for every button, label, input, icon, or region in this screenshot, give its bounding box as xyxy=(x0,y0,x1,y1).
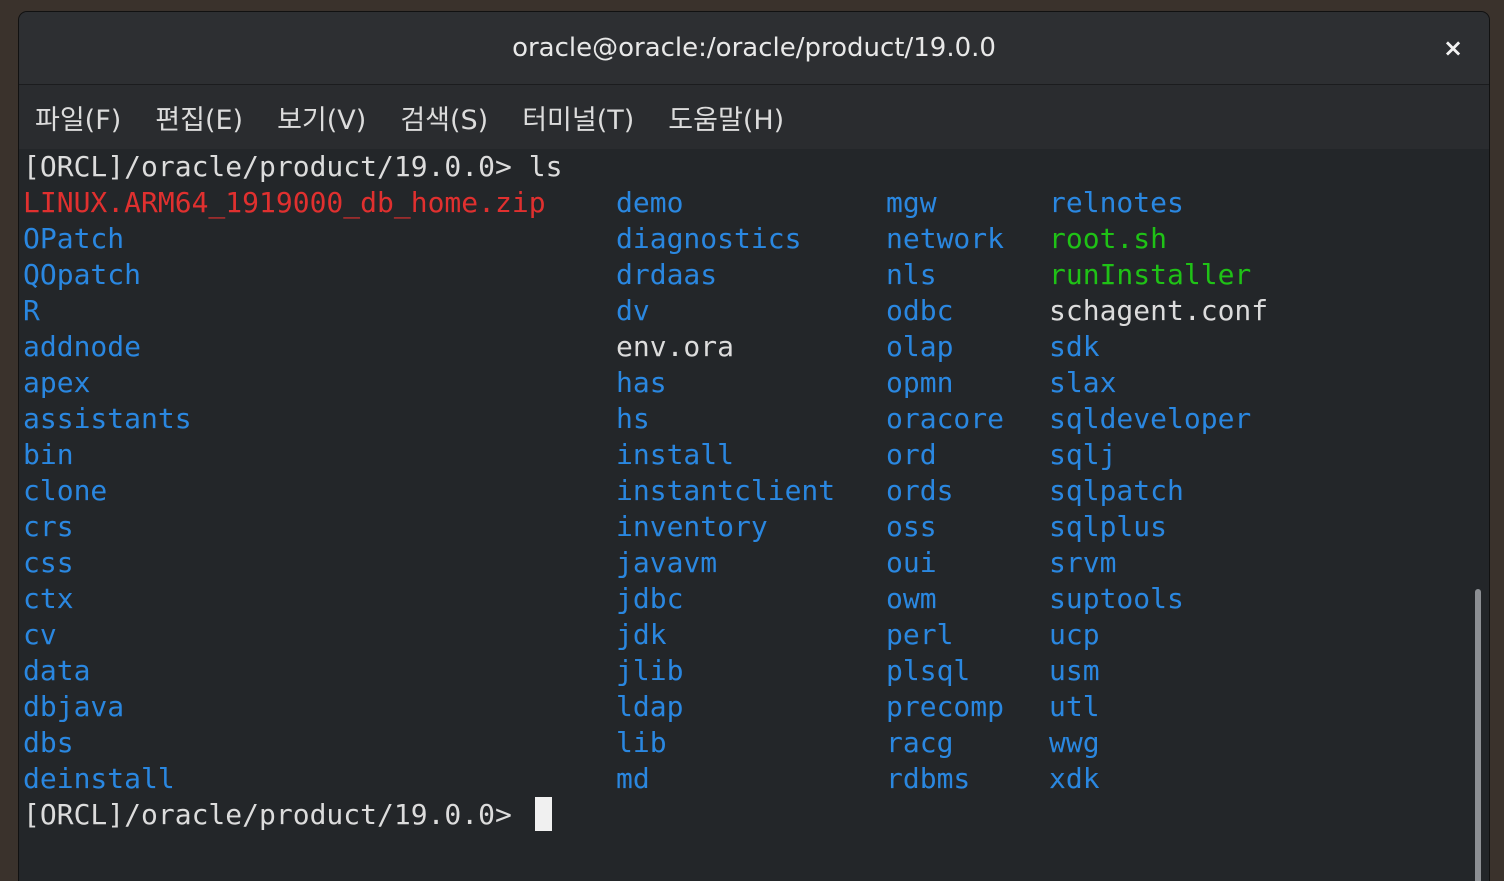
ls-entry: ldap xyxy=(616,690,684,723)
ls-entry: lib xyxy=(616,726,667,759)
ls-entry: oui xyxy=(886,546,937,579)
text-cursor xyxy=(534,797,552,831)
ls-entry: md xyxy=(616,762,650,795)
ls-entry: cv xyxy=(23,618,57,651)
ls-entry: schagent.conf xyxy=(1049,294,1269,327)
ls-entry: sqldeveloper xyxy=(1049,402,1252,435)
prompt-text: [ORCL]/oracle/product/19.0.0> xyxy=(23,798,529,831)
title-bar: oracle@oracle:/oracle/product/19.0.0 × xyxy=(19,12,1489,85)
ls-entry: suptools xyxy=(1049,582,1184,615)
ls-entry: oracore xyxy=(886,402,1005,435)
ls-entry: R xyxy=(23,294,40,327)
ls-entry: inventory xyxy=(616,510,768,543)
ls-entry: usm xyxy=(1049,654,1100,687)
ls-entry: has xyxy=(616,366,667,399)
ls-entry: slax xyxy=(1049,366,1117,399)
ls-entry: perl xyxy=(886,618,954,651)
ls-entry: install xyxy=(616,438,735,471)
ls-entry: diagnostics xyxy=(616,222,802,255)
ls-entry: jlib xyxy=(616,654,684,687)
menu-edit[interactable]: 편집(E) xyxy=(155,98,243,137)
ls-entry: drdaas xyxy=(616,258,718,291)
ls-entry: nls xyxy=(886,258,937,291)
ls-entry: odbc xyxy=(886,294,954,327)
ls-entry: jdbc xyxy=(616,582,684,615)
ls-entry: instantclient xyxy=(616,474,836,507)
ls-entry: ord xyxy=(886,438,937,471)
ls-entry: ctx xyxy=(23,582,74,615)
ls-entry: sqlj xyxy=(1049,438,1117,471)
ls-entry: OPatch xyxy=(23,222,125,255)
close-button[interactable]: × xyxy=(1437,32,1469,64)
ls-entry: jdk xyxy=(616,618,667,651)
ls-entry: plsql xyxy=(886,654,971,687)
ls-entry: sqlpatch xyxy=(1049,474,1184,507)
ls-entry: sqlplus xyxy=(1049,510,1168,543)
ls-entry: dbs xyxy=(23,726,74,759)
ls-entry: mgw xyxy=(886,186,937,219)
ls-entry: runInstaller xyxy=(1049,258,1252,291)
ls-entry: srvm xyxy=(1049,546,1117,579)
ls-entry: root.sh xyxy=(1049,222,1168,255)
ls-entry: relnotes xyxy=(1049,186,1184,219)
prompt-line-ls: [ORCL]/oracle/product/19.0.0> ls xyxy=(23,150,563,183)
menu-bar: 파일(F) 편집(E) 보기(V) 검색(S) 터미널(T) 도움말(H) xyxy=(19,85,1489,149)
ls-entry: xdk xyxy=(1049,762,1100,795)
ls-entry: utl xyxy=(1049,690,1100,723)
ls-entry: precomp xyxy=(886,690,1005,723)
ls-entry: javavm xyxy=(616,546,718,579)
ls-entry: bin xyxy=(23,438,74,471)
ls-entry: oss xyxy=(886,510,937,543)
ls-entry: crs xyxy=(23,510,74,543)
ls-entry: css xyxy=(23,546,74,579)
ls-entry: sdk xyxy=(1049,330,1100,363)
terminal-output[interactable]: [ORCL]/oracle/product/19.0.0> ls LINUX.A… xyxy=(19,149,1465,881)
ls-entry: dbjava xyxy=(23,690,125,723)
ls-entry: olap xyxy=(886,330,954,363)
ls-entry: ucp xyxy=(1049,618,1100,651)
ls-entry: hs xyxy=(616,402,650,435)
menu-file[interactable]: 파일(F) xyxy=(35,98,121,137)
ls-entry: dv xyxy=(616,294,650,327)
ls-entry: ords xyxy=(886,474,954,507)
ls-entry: QOpatch xyxy=(23,258,142,291)
ls-entry: deinstall xyxy=(23,762,175,795)
prompt-line-current: [ORCL]/oracle/product/19.0.0> xyxy=(23,797,552,833)
window-title: oracle@oracle:/oracle/product/19.0.0 xyxy=(512,33,996,63)
ls-entry: network xyxy=(886,222,1005,255)
ls-entry: wwg xyxy=(1049,726,1100,759)
menu-search[interactable]: 검색(S) xyxy=(400,98,488,137)
ls-entry: racg xyxy=(886,726,954,759)
ls-entry: data xyxy=(23,654,91,687)
menu-terminal[interactable]: 터미널(T) xyxy=(522,98,634,137)
ls-entry: demo xyxy=(616,186,684,219)
ls-entry: env.ora xyxy=(616,330,735,363)
ls-entry: clone xyxy=(23,474,108,507)
scrollbar[interactable] xyxy=(1465,149,1489,881)
ls-entry: opmn xyxy=(886,366,954,399)
menu-help[interactable]: 도움말(H) xyxy=(668,98,784,137)
terminal-window: oracle@oracle:/oracle/product/19.0.0 × 파… xyxy=(19,12,1489,881)
ls-entry: assistants xyxy=(23,402,192,435)
ls-entry: rdbms xyxy=(886,762,971,795)
ls-entry: owm xyxy=(886,582,937,615)
scrollbar-thumb[interactable] xyxy=(1475,589,1481,881)
ls-entry: addnode xyxy=(23,330,142,363)
menu-view[interactable]: 보기(V) xyxy=(277,98,366,137)
ls-entry: LINUX.ARM64_1919000_db_home.zip xyxy=(23,186,546,219)
ls-entry: apex xyxy=(23,366,91,399)
